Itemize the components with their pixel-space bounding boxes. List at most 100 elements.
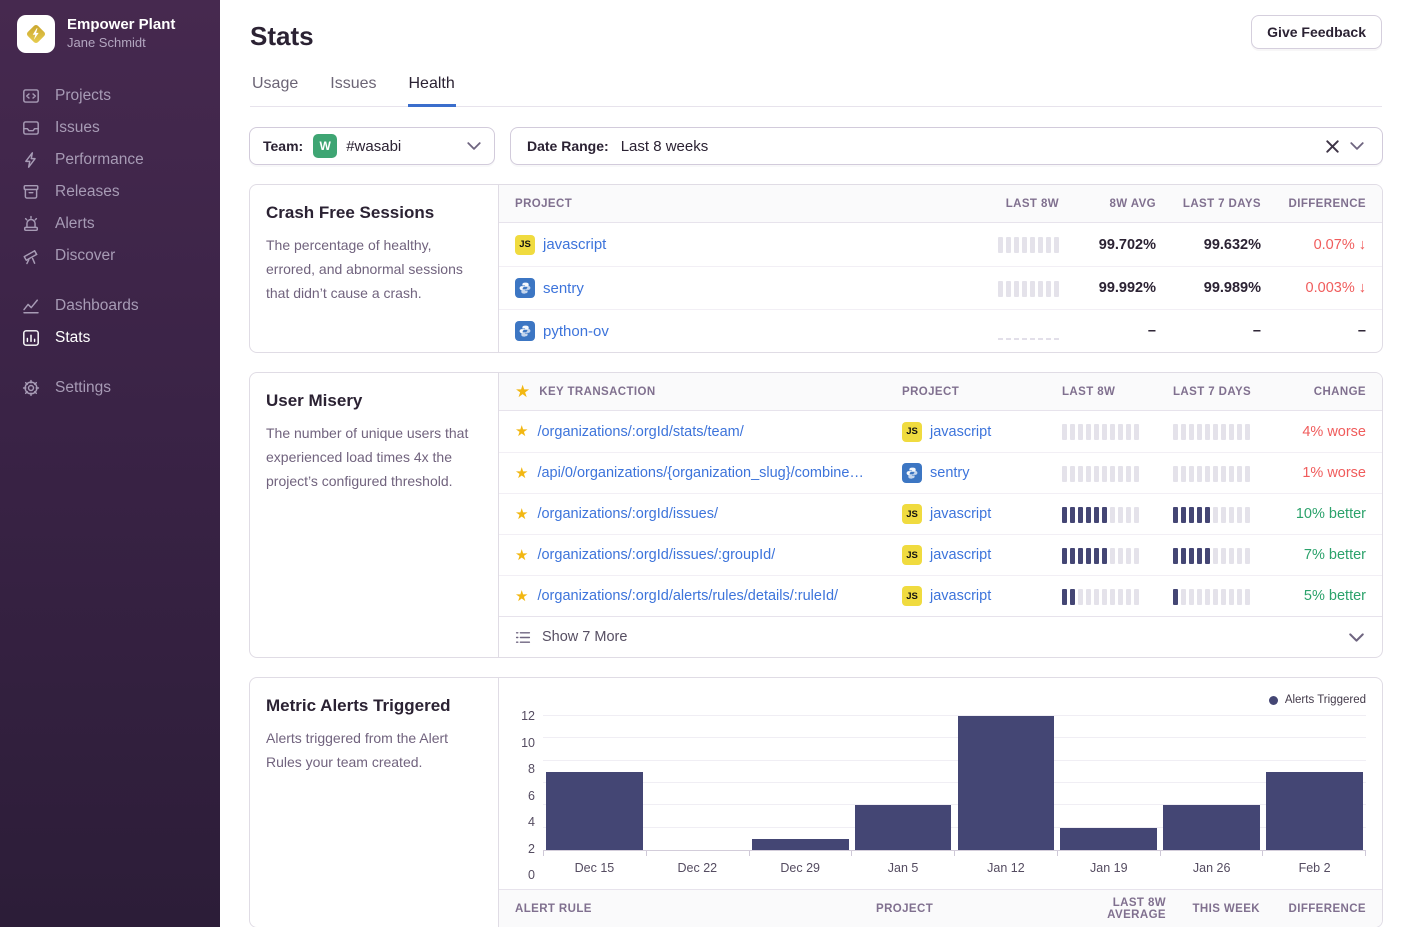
user-misery-card: User Misery The number of unique users t… xyxy=(249,372,1383,658)
list-icon xyxy=(515,630,531,645)
sidebar-nav: Projects Issues Performance Releases Ale… xyxy=(0,67,220,404)
key-transaction-star-icon[interactable]: ★ xyxy=(515,424,528,439)
org-switcher[interactable]: Empower Plant Jane Schmidt xyxy=(0,0,220,67)
stats-icon xyxy=(22,329,40,347)
sparkline-8w xyxy=(1062,547,1173,564)
project-link[interactable]: javascript xyxy=(930,547,991,563)
project-link[interactable]: sentry xyxy=(930,465,970,481)
sidebar-item-releases[interactable]: Releases xyxy=(0,176,220,208)
sidebar-item-label: Stats xyxy=(55,329,90,347)
transaction-link[interactable]: /organizations/:orgId/issues/:groupId/ xyxy=(537,547,775,563)
transaction-link[interactable]: /organizations/:orgId/issues/ xyxy=(537,506,718,522)
avg-8w-value: 99.702% xyxy=(1059,237,1156,253)
card-description: Alerts triggered from the Alert Rules yo… xyxy=(266,726,482,774)
tab-health[interactable]: Health xyxy=(408,75,456,107)
column-last-7-days: LAST 7 DAYS xyxy=(1156,198,1261,210)
sidebar-item-performance[interactable]: Performance xyxy=(0,144,220,176)
change-value: 4% worse xyxy=(1284,424,1366,440)
x-tick-label: Jan 26 xyxy=(1160,861,1263,875)
key-transaction-star-icon[interactable]: ★ xyxy=(515,589,528,604)
key-transaction-star-icon[interactable]: ★ xyxy=(515,466,528,481)
tab-usage[interactable]: Usage xyxy=(251,75,299,107)
change-value: 1% worse xyxy=(1284,465,1366,481)
tab-issues[interactable]: Issues xyxy=(329,75,377,107)
change-value: 10% better xyxy=(1284,506,1366,522)
avg-8w-value: – xyxy=(1059,323,1156,339)
y-tick-label: 0 xyxy=(528,868,535,882)
sidebar-item-projects[interactable]: Projects xyxy=(0,80,220,112)
card-title: User Misery xyxy=(266,391,482,411)
chart-x-ticks xyxy=(543,851,1366,856)
page-title: Stats xyxy=(250,21,1382,52)
table-row: JS javascript 99.702% 99.632% 0.07% ↓ xyxy=(499,223,1382,266)
chevron-down-icon xyxy=(467,142,481,150)
x-tick-label: Jan 5 xyxy=(852,861,955,875)
javascript-icon: JS xyxy=(902,545,922,565)
show-more-button[interactable]: Show 7 More xyxy=(499,616,1382,657)
legend-label: Alerts Triggered xyxy=(1285,694,1366,706)
org-name: Empower Plant xyxy=(67,16,175,35)
project-link[interactable]: javascript xyxy=(543,236,606,253)
open-date-range-button[interactable] xyxy=(1348,140,1366,152)
last-7d-value: – xyxy=(1156,323,1261,339)
table-row: python-ov – – – xyxy=(499,309,1382,352)
transaction-link[interactable]: /organizations/:orgId/stats/team/ xyxy=(537,424,743,440)
performance-icon xyxy=(22,151,40,169)
y-tick-label: 8 xyxy=(528,762,535,776)
column-alert-rule: ALERT RULE xyxy=(515,903,876,915)
x-tick-label: Jan 12 xyxy=(955,861,1058,875)
sidebar-item-discover[interactable]: Discover xyxy=(0,240,220,272)
python-icon xyxy=(515,278,535,298)
crash-free-sessions-card: Crash Free Sessions The percentage of he… xyxy=(249,184,1383,353)
project-link[interactable]: python-ov xyxy=(543,323,609,340)
sidebar-item-alerts[interactable]: Alerts xyxy=(0,208,220,240)
table-row: ★ /api/0/organizations/{organization_slu… xyxy=(499,452,1382,493)
give-feedback-button[interactable]: Give Feedback xyxy=(1251,15,1382,49)
card-description: The number of unique users that experien… xyxy=(266,421,482,493)
sidebar-item-stats[interactable]: Stats xyxy=(0,322,220,354)
project-link[interactable]: javascript xyxy=(930,588,991,604)
avg-8w-value: 99.992% xyxy=(1059,280,1156,296)
project-link[interactable]: javascript xyxy=(930,506,991,522)
sidebar-item-settings[interactable]: Settings xyxy=(0,372,220,404)
expand-button[interactable] xyxy=(1347,631,1366,644)
column-last-8w-average: LAST 8W AVERAGE xyxy=(1059,897,1166,921)
alerts-icon xyxy=(22,215,40,233)
table-row: ★ /organizations/:orgId/stats/team/ JS j… xyxy=(499,411,1382,452)
column-project: PROJECT xyxy=(876,903,1059,915)
change-value: 7% better xyxy=(1284,547,1366,563)
project-link[interactable]: javascript xyxy=(930,424,991,440)
key-transaction-star-icon[interactable]: ★ xyxy=(515,548,528,563)
column-change: CHANGE xyxy=(1284,386,1366,398)
sparkline-7d xyxy=(1173,465,1284,482)
table-header: ★ KEY TRANSACTION PROJECT LAST 8W LAST 7… xyxy=(499,373,1382,411)
key-transaction-star-icon[interactable]: ★ xyxy=(515,507,528,522)
column-last-7-days: LAST 7 DAYS xyxy=(1173,386,1284,398)
chevron-down-icon xyxy=(1350,142,1364,150)
transaction-link[interactable]: /organizations/:orgId/alerts/rules/detai… xyxy=(537,588,838,604)
sidebar-item-issues[interactable]: Issues xyxy=(0,112,220,144)
python-icon xyxy=(902,463,922,483)
column-last-8w: LAST 8W xyxy=(1062,386,1173,398)
chart-bar xyxy=(855,805,952,850)
empower-plant-logo-icon xyxy=(23,21,49,47)
sidebar-item-dashboards[interactable]: Dashboards xyxy=(0,290,220,322)
team-select[interactable]: Team: W #wasabi xyxy=(249,127,495,165)
org-user-name: Jane Schmidt xyxy=(67,35,175,52)
card-title: Metric Alerts Triggered xyxy=(266,696,482,716)
column-project: PROJECT xyxy=(515,198,944,210)
column-this-week: THIS WEEK xyxy=(1166,903,1260,915)
date-range-label: Date Range: xyxy=(527,138,609,154)
tab-bar: Usage Issues Health xyxy=(250,75,1382,107)
table-header: PROJECT LAST 8W 8W AVG LAST 7 DAYS DIFFE… xyxy=(499,185,1382,223)
python-icon xyxy=(515,321,535,341)
date-range-select[interactable]: Date Range: Last 8 weeks xyxy=(510,127,1383,165)
sidebar-item-label: Performance xyxy=(55,151,144,169)
project-link[interactable]: sentry xyxy=(543,280,584,297)
chart-bar xyxy=(958,716,1055,850)
discover-icon xyxy=(22,247,40,265)
transaction-link[interactable]: /api/0/organizations/{organization_slug}… xyxy=(537,465,863,481)
page-header: Stats Give Feedback Usage Issues Health xyxy=(220,0,1412,107)
clear-date-range-button[interactable] xyxy=(1324,138,1341,155)
column-last-8w: LAST 8W xyxy=(944,198,1059,210)
